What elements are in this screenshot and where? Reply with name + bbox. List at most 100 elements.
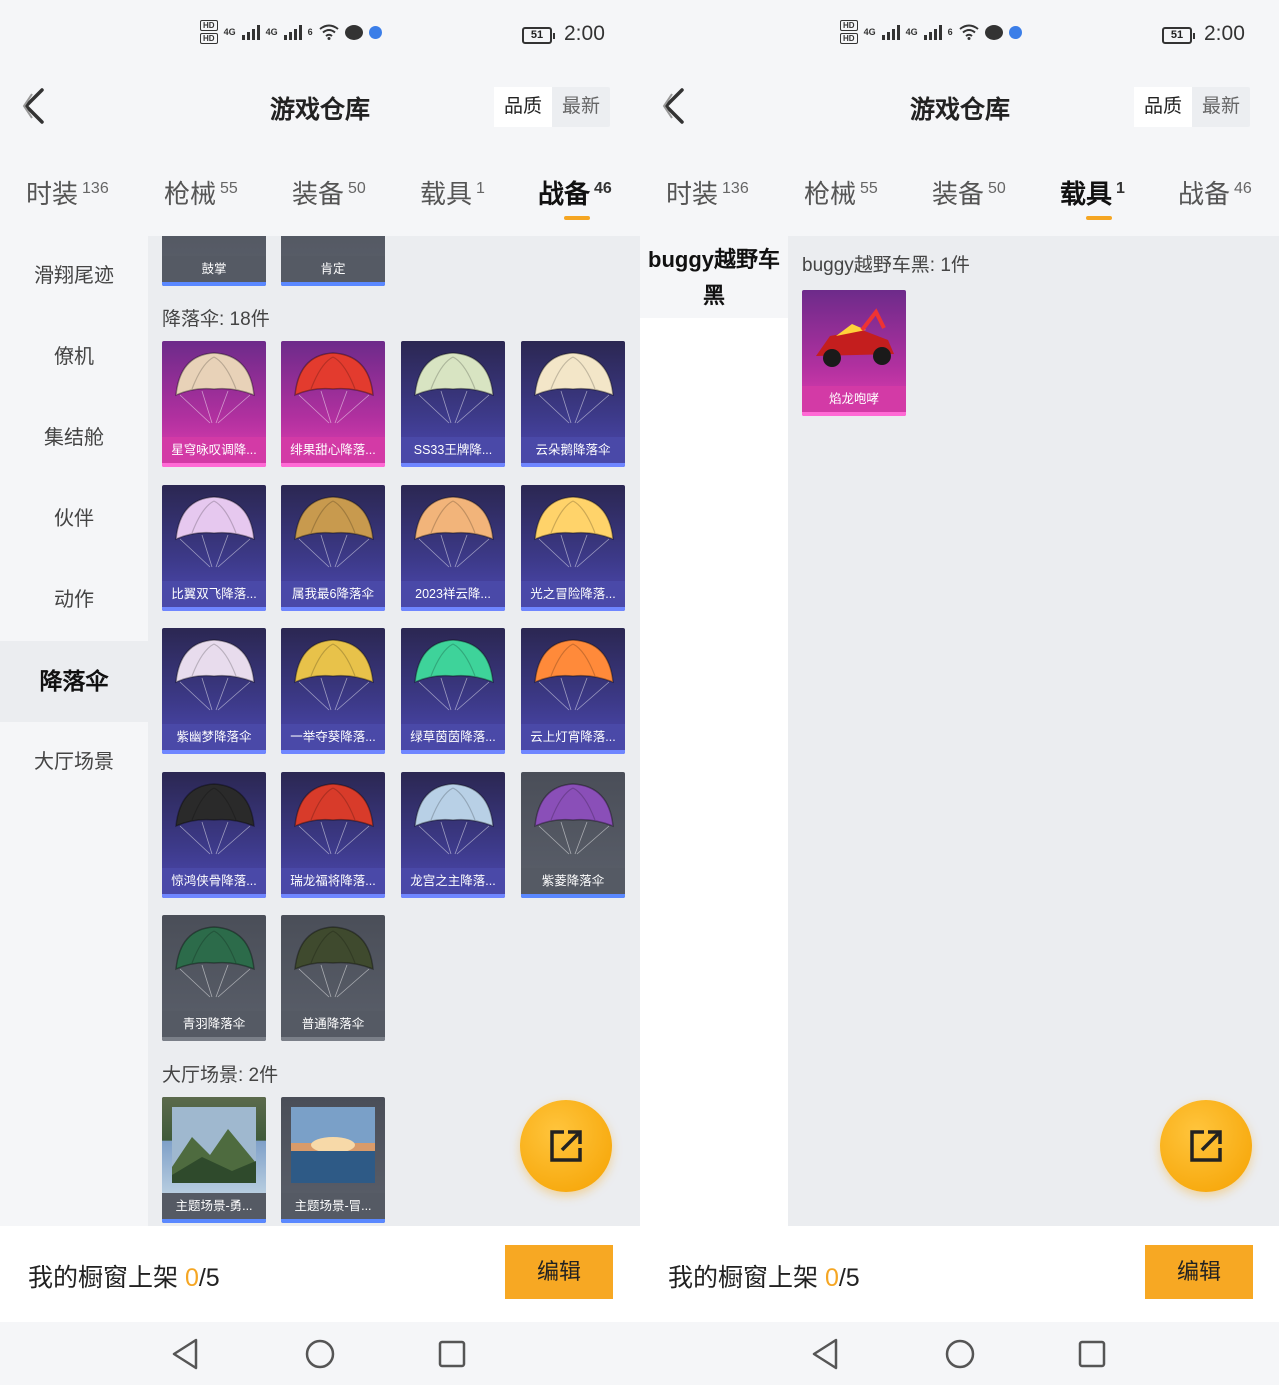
parachute-card[interactable]: 云上灯宵降落... <box>521 628 625 754</box>
nav-recents-button[interactable] <box>434 1336 470 1372</box>
network-label: 4G <box>863 27 876 37</box>
nav-recents-button[interactable] <box>1074 1336 1110 1372</box>
lobby-card[interactable]: 主题场景-勇... <box>162 1097 266 1223</box>
tab-equipment[interactable]: 装备 50 <box>932 174 1006 211</box>
chevron-left-icon <box>662 88 684 124</box>
tab-vehicles[interactable]: 载具 1 <box>420 174 485 211</box>
parachute-card[interactable]: 绯果甜心降落... <box>281 341 385 467</box>
showcase-count: 0 <box>184 1264 199 1292</box>
edit-button[interactable]: 编辑 <box>1145 1245 1253 1299</box>
nav-home-button[interactable] <box>302 1336 338 1372</box>
parachute-card[interactable]: 2023祥云降... <box>401 485 505 611</box>
chat-icon <box>344 24 363 40</box>
parachute-preview <box>281 772 385 868</box>
right-screen: HD HD 4G 4G 6 51 2:00 游戏仓库 品质 最新 时装 136 枪械… <box>640 0 1279 1385</box>
item-card[interactable]: 鼓掌 <box>162 236 266 286</box>
system-nav-bar <box>0 1322 640 1385</box>
nav-home-button[interactable] <box>942 1336 978 1372</box>
parachute-card[interactable]: 紫幽梦降落伞 <box>162 628 266 754</box>
share-button[interactable] <box>1160 1100 1252 1192</box>
parachute-preview <box>401 485 505 581</box>
parachute-preview <box>162 485 266 581</box>
item-grid: 鼓掌 肯定 降落伞: 18件 星穹咏叹调降... 绯果甜心降落... SS33王牌降… <box>148 236 640 1226</box>
edit-button[interactable]: 编辑 <box>505 1245 613 1299</box>
vehicle-card[interactable]: 焰龙咆哮 <box>802 290 906 416</box>
parachute-card[interactable]: 瑞龙福将降落... <box>281 772 385 898</box>
tab-vehicles[interactable]: 载具 1 <box>1060 174 1125 220</box>
parachute-card[interactable]: 云朵鹅降落伞 <box>521 341 625 467</box>
sidebar: buggy越野车黑 <box>640 236 788 1226</box>
wifi-label: 6 <box>947 27 953 37</box>
battery-icon: 51 <box>1162 27 1195 44</box>
parachute-card[interactable]: 一举夺葵降落... <box>281 628 385 754</box>
tab-guns[interactable]: 枪械 55 <box>804 174 878 211</box>
signal-bars-icon <box>283 24 302 40</box>
landscape-preview <box>162 1097 266 1193</box>
parachute-card[interactable]: 属我最6降落伞 <box>281 485 385 611</box>
parachute-card[interactable]: 普通降落伞 <box>281 915 385 1041</box>
signal-indicators: HD HD 4G 4G 6 <box>840 20 1022 44</box>
parachute-card[interactable]: 绿草茵茵降落... <box>401 628 505 754</box>
parachute-card[interactable]: SS33王牌降... <box>401 341 505 467</box>
parachute-preview <box>162 341 266 437</box>
sort-toggle: 品质 最新 <box>1134 87 1251 127</box>
parachute-card[interactable]: 比翼双飞降落... <box>162 485 266 611</box>
parachute-card[interactable]: 紫菱降落伞 <box>521 772 625 898</box>
parachute-preview <box>401 341 505 437</box>
sidebar-item-assembly-pod[interactable]: 集结舱 <box>0 398 148 479</box>
circle-home-icon <box>945 1339 975 1369</box>
tab-fashion[interactable]: 时装 136 <box>26 174 109 211</box>
network-label: 4G <box>265 27 278 37</box>
sidebar-item-parachute[interactable]: 降落伞 <box>0 641 148 722</box>
tab-preparation[interactable]: 战备 46 <box>1178 174 1252 211</box>
sort-toggle: 品质 最新 <box>494 87 611 127</box>
parachute-card[interactable]: 光之冒险降落... <box>521 485 625 611</box>
back-button[interactable] <box>18 84 48 128</box>
item-card[interactable]: 肯定 <box>281 236 385 286</box>
sidebar-item-companion[interactable]: 伙伴 <box>0 479 148 560</box>
nav-back-button[interactable] <box>808 1336 844 1372</box>
network-label: 4G <box>905 27 918 37</box>
clock: 2:00 <box>564 22 605 45</box>
signal-bars-icon <box>241 24 260 40</box>
back-button[interactable] <box>658 84 688 128</box>
sidebar-empty-area <box>640 318 788 1226</box>
sidebar-item-glide-trail[interactable]: 滑翔尾迹 <box>0 236 148 317</box>
tab-fashion[interactable]: 时装 136 <box>666 174 749 211</box>
share-external-icon <box>550 1130 582 1162</box>
sidebar-item-emote[interactable]: 动作 <box>0 560 148 641</box>
parachute-preview <box>521 485 625 581</box>
sort-latest-button[interactable]: 最新 <box>1192 87 1250 127</box>
section-title-parachute: 降落伞: 18件 <box>162 309 270 330</box>
emote-preview <box>162 236 266 256</box>
nav-back-button[interactable] <box>168 1336 204 1372</box>
hd-icon: HD HD <box>200 20 218 44</box>
sidebar-item-lobby-scene[interactable]: 大厅场景 <box>0 722 148 803</box>
sort-quality-button[interactable]: 品质 <box>494 87 553 127</box>
lobby-card[interactable]: 主题场景-冒... <box>281 1097 385 1223</box>
sort-latest-button[interactable]: 最新 <box>552 87 610 127</box>
parachute-preview <box>281 341 385 437</box>
vehicle-preview <box>802 290 906 386</box>
parachute-card[interactable]: 惊鸿侠骨降落... <box>162 772 266 898</box>
category-tabs: 时装 136 枪械 55 装备 50 载具 1 战备 46 <box>0 144 640 236</box>
sort-quality-button[interactable]: 品质 <box>1134 87 1193 127</box>
section-title-vehicle: buggy越野车黑: 1件 <box>802 255 970 276</box>
parachute-card[interactable]: 星穹咏叹调降... <box>162 341 266 467</box>
parachute-card[interactable]: 龙宫之主降落... <box>401 772 505 898</box>
share-button[interactable] <box>520 1100 612 1192</box>
showcase-count: 0 <box>824 1264 839 1292</box>
signal-bars-icon <box>881 24 900 40</box>
sidebar-item-wingman[interactable]: 僚机 <box>0 317 148 398</box>
sidebar-item-buggy[interactable]: buggy越野车黑 <box>640 236 788 318</box>
tab-preparation[interactable]: 战备 46 <box>538 174 612 220</box>
tab-equipment[interactable]: 装备 50 <box>292 174 366 211</box>
sidebar: 滑翔尾迹 僚机 集结舱 伙伴 动作 降落伞 大厅场景 <box>0 236 148 1226</box>
parachute-card[interactable]: 青羽降落伞 <box>162 915 266 1041</box>
tab-guns[interactable]: 枪械 55 <box>164 174 238 211</box>
clock: 2:00 <box>1204 22 1245 45</box>
battery-icon: 51 <box>522 27 555 44</box>
status-bar: HD HD 4G 4G 6 51 2:00 <box>640 0 1279 70</box>
showcase-bar: 我的橱窗上架 0/5 编辑 <box>640 1226 1279 1322</box>
parachute-preview <box>281 628 385 724</box>
